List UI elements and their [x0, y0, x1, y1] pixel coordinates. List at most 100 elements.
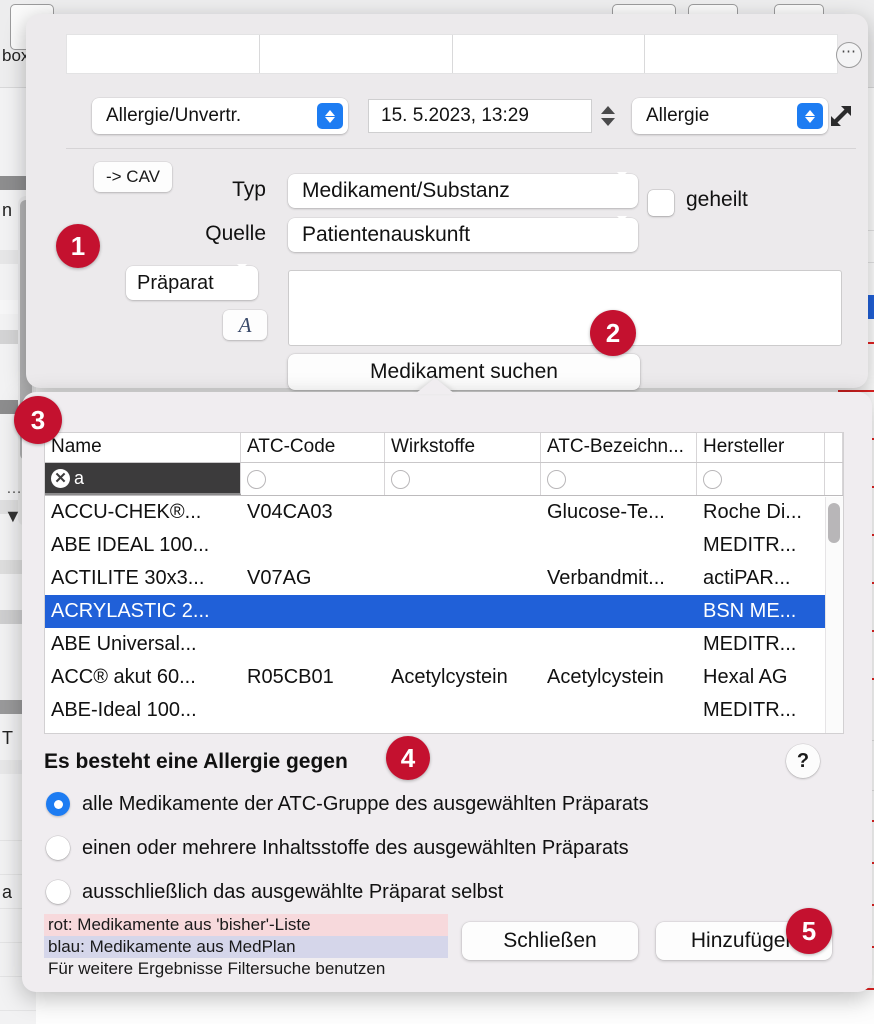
- quelle-popup-button[interactable]: Patientenauskunft: [288, 216, 638, 252]
- dialog-second-row: Allergie/Unvertr. 15. 5.2023, 13:29 Alle…: [66, 94, 866, 140]
- annotation-badge-3: 3: [14, 396, 62, 444]
- background-letter-a: a: [2, 882, 13, 902]
- filter-input-wirkstoffe[interactable]: [385, 463, 541, 495]
- column-header-atc-code[interactable]: ATC-Code: [241, 433, 385, 462]
- search-icon: [391, 469, 410, 489]
- radio-label-atc-group: alle Medikamente der ATC-Gruppe des ausg…: [82, 792, 649, 815]
- cell-atc-code: V04CA03: [247, 501, 333, 523]
- clear-icon[interactable]: ✕: [51, 468, 70, 488]
- radio-option-ingredients[interactable]: einen oder mehrere Inhaltsstoffe des aus…: [46, 836, 629, 860]
- cell-name: ABE Universal...: [51, 633, 197, 655]
- cell-hersteller: Roche Di...: [703, 501, 802, 523]
- cell-atc-bezeichnung: Glucose-Te...: [547, 501, 665, 523]
- cell-hersteller: Hexal AG: [703, 666, 788, 688]
- column-header-name[interactable]: Name: [45, 433, 241, 462]
- praeparat-text-input[interactable]: [288, 270, 842, 346]
- praeparat-popup-label: Präparat: [137, 271, 214, 294]
- legend-line-red: rot: Medikamente aus 'bisher'-Liste: [44, 914, 448, 936]
- typ-popup-button[interactable]: Medikament/Substanz: [288, 172, 638, 208]
- cell-atc-bezeichnung: Verbandmit...: [547, 567, 665, 589]
- table-row[interactable]: ABE IDEAL 100... MEDITR...: [45, 529, 843, 562]
- date-stepper[interactable]: [598, 99, 618, 133]
- stepper-down-icon[interactable]: [601, 118, 615, 126]
- filter-input-name[interactable]: ✕ a: [45, 463, 241, 495]
- allergy-entry-dialog: ⋯ Allergie/Unvertr. 15. 5.2023, 13:29 Al…: [26, 14, 868, 390]
- column-header-spacer: [825, 433, 843, 462]
- filter-row: ✕ a: [45, 463, 843, 496]
- search-icon: [703, 469, 722, 489]
- chevron-updown-icon: [317, 103, 343, 129]
- filter-input-atc-code[interactable]: [241, 463, 385, 495]
- table-scrollbar-thumb[interactable]: [828, 503, 840, 543]
- table-row[interactable]: ABE Universal... MEDITR...: [45, 628, 843, 661]
- cell-hersteller: MEDITR...: [703, 699, 797, 721]
- cell-name: ACRYLASTIC 2...: [51, 600, 210, 622]
- category-popup-label: Allergie/Unvertr.: [106, 105, 242, 126]
- more-options-icon[interactable]: ⋯: [836, 42, 862, 68]
- cell-name: ABE IDEAL 100...: [51, 534, 210, 556]
- help-button[interactable]: ?: [786, 744, 820, 778]
- screenshot-root: I box n T a … ▼ · m t: [0, 0, 874, 1024]
- category-popup-button[interactable]: Allergie/Unvertr.: [92, 98, 348, 134]
- font-style-button[interactable]: A: [223, 310, 267, 340]
- column-header-wirkstoffe[interactable]: Wirkstoffe: [385, 433, 541, 462]
- stepper-up-icon[interactable]: [601, 106, 615, 114]
- close-button[interactable]: Schließen: [462, 922, 638, 960]
- cell-name: ACC® akut 60...: [51, 666, 196, 688]
- legend-line-hint: Für weitere Ergebnisse Filtersuche benut…: [48, 959, 386, 978]
- top-field-2[interactable]: [259, 35, 453, 73]
- legend-line-blue: blau: Medikamente aus MedPlan: [44, 936, 448, 958]
- table-row[interactable]: ACCU-CHEK®... V04CA03 Glucose-Te... Roche D…: [45, 496, 843, 529]
- chevron-updown-icon: [797, 103, 823, 129]
- filter-value-name: a: [74, 467, 85, 488]
- typ-label: Typ: [232, 178, 266, 201]
- chevron-updown-icon: [607, 216, 633, 251]
- cell-name: ABE-Ideal 100...: [51, 699, 197, 721]
- cell-wirkstoffe: Acetylcystein: [391, 666, 508, 688]
- table-row[interactable]: ACRYLASTIC 2... BSN ME...: [45, 595, 843, 628]
- table-row[interactable]: ACC® akut 60... R05CB01 Acetylcystein Acety…: [45, 661, 843, 694]
- kind-popup-label: Allergie: [646, 105, 710, 126]
- cell-name: ADAPTIC DIGI...: [45, 732, 241, 733]
- radio-label-ingredients: einen oder mehrere Inhaltsstoffe des aus…: [82, 836, 629, 859]
- radio-icon[interactable]: [46, 880, 70, 904]
- praeparat-popup-button[interactable]: Präparat: [126, 264, 258, 300]
- cell-atc-code: V07AG: [241, 732, 385, 733]
- table-row[interactable]: ABE-Ideal 100... MEDITR...: [45, 694, 843, 727]
- top-field-3[interactable]: [452, 35, 646, 73]
- cell-atc-bezeichnung: Verbandmit...: [541, 732, 697, 733]
- results-table: Name ATC-Code Wirkstoffe ATC-Bezeichn...…: [44, 432, 844, 734]
- table-row[interactable]: ADAPTIC DIGI...V07AG Verbandmit...actiPAR…: [45, 727, 843, 733]
- cell-hersteller: MEDITR...: [703, 633, 797, 655]
- radio-option-atc-group[interactable]: alle Medikamente der ATC-Gruppe des ausg…: [46, 792, 649, 816]
- background-letter-t: T: [2, 728, 13, 748]
- background-ellipsis-icon: …: [6, 480, 22, 497]
- expand-arrows-icon[interactable]: [824, 102, 854, 132]
- background-letter-n: n: [2, 200, 13, 220]
- filter-input-atc-bezeichnung[interactable]: [541, 463, 697, 495]
- annotation-badge-1: 1: [56, 224, 100, 268]
- kind-popup-button[interactable]: Allergie: [632, 98, 828, 134]
- column-header-hersteller[interactable]: Hersteller: [697, 433, 825, 462]
- annotation-badge-4: 4: [386, 736, 430, 780]
- search-icon: [547, 469, 566, 489]
- annotation-badge-2: 2: [590, 310, 636, 356]
- cell-hersteller: actiPAR...: [703, 567, 791, 589]
- top-field-4[interactable]: [645, 35, 837, 73]
- radio-option-preparation-only[interactable]: ausschließlich das ausgewählte Präparat …: [46, 880, 503, 904]
- search-icon: [247, 469, 266, 489]
- filter-input-hersteller[interactable]: [697, 463, 825, 495]
- top-field-1[interactable]: [67, 35, 260, 73]
- medikament-suchen-button[interactable]: Medikament suchen: [288, 354, 640, 390]
- date-input[interactable]: 15. 5.2023, 13:29: [368, 99, 592, 133]
- table-row[interactable]: ACTILITE 30x3... V07AG Verbandmit... actiPA…: [45, 562, 843, 595]
- dialog-divider: [66, 148, 856, 149]
- radio-icon-selected[interactable]: [46, 792, 70, 816]
- geheilt-checkbox[interactable]: [648, 190, 674, 216]
- column-header-atc-bezeichnung[interactable]: ATC-Bezeichn...: [541, 433, 697, 462]
- table-header-row: Name ATC-Code Wirkstoffe ATC-Bezeichn...…: [45, 433, 843, 463]
- radio-icon[interactable]: [46, 836, 70, 860]
- typ-popup-label: Medikament/Substanz: [302, 179, 510, 202]
- quelle-popup-label: Patientenauskunft: [302, 223, 471, 246]
- cell-atc-code: V07AG: [247, 567, 312, 589]
